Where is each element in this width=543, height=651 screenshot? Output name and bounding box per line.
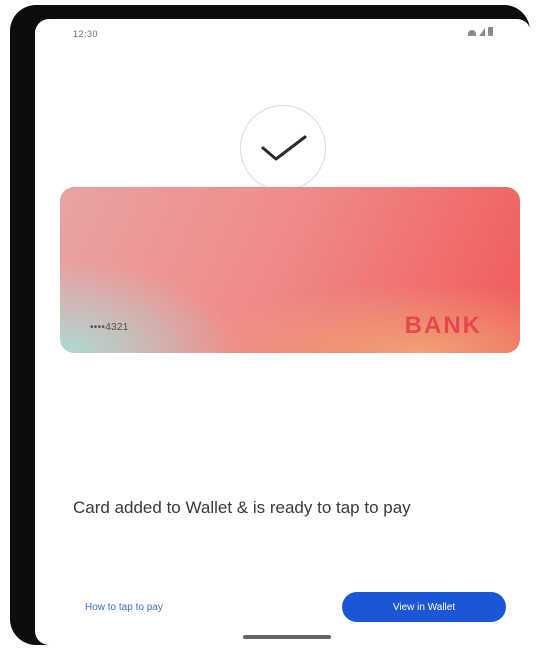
status-icons xyxy=(468,27,493,36)
phone-frame: 12:30 ••••4321 BANK Card added to Wallet… xyxy=(10,5,531,645)
how-to-tap-link[interactable]: How to tap to pay xyxy=(85,602,163,613)
card-bank-logo: BANK xyxy=(404,312,482,339)
confirmation-message: Card added to Wallet & is ready to tap t… xyxy=(73,498,411,517)
battery-icon xyxy=(488,27,493,36)
gesture-nav-handle[interactable] xyxy=(243,635,331,639)
phone-screen: 12:30 ••••4321 BANK Card added to Wallet… xyxy=(35,19,531,645)
success-indicator xyxy=(240,105,326,191)
status-time: 12:30 xyxy=(73,29,99,39)
checkmark-icon xyxy=(261,135,307,161)
signal-icon xyxy=(479,28,485,36)
wifi-icon xyxy=(468,30,476,36)
status-bar: 12:30 xyxy=(35,19,531,47)
card-number: ••••4321 xyxy=(90,322,129,333)
view-in-wallet-button[interactable]: View in Wallet xyxy=(342,592,506,622)
payment-card: ••••4321 BANK xyxy=(60,187,520,353)
